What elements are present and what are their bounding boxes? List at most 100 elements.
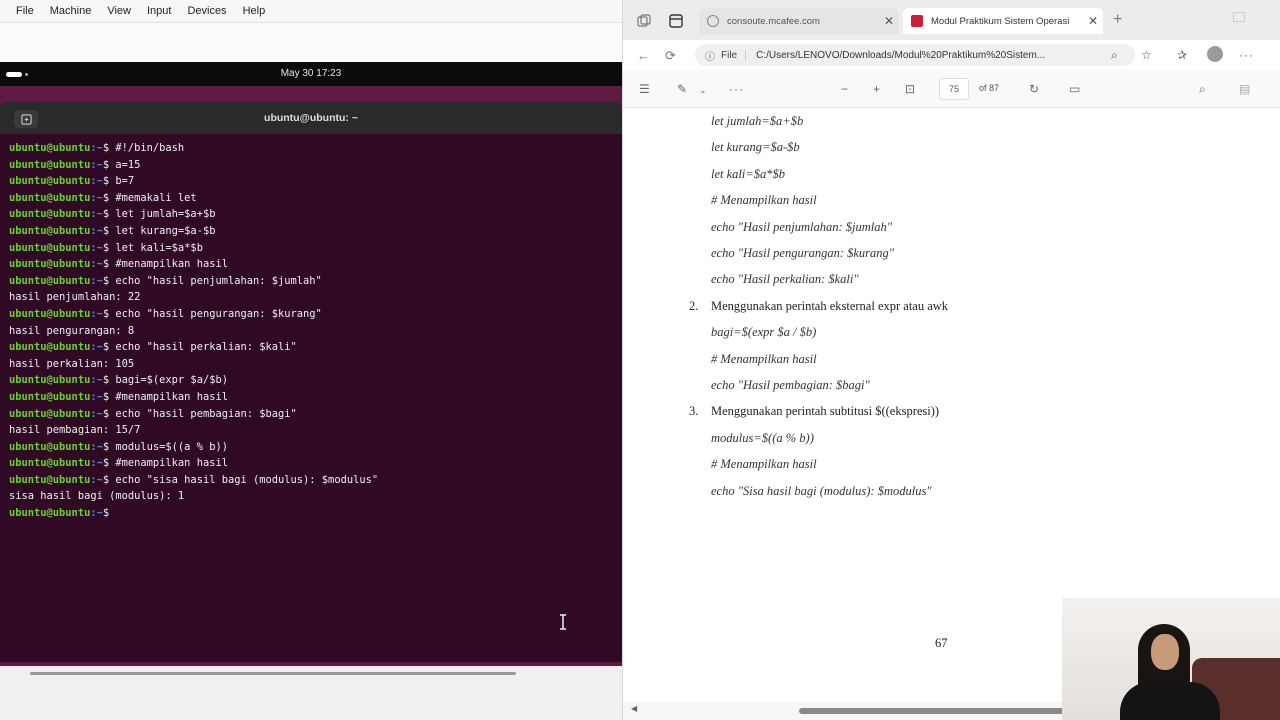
menu-help[interactable]: Help <box>235 0 274 22</box>
tab-title: consoute.mcafee.com <box>727 15 820 27</box>
close-tab-icon[interactable]: ✕ <box>879 14 899 28</box>
url-field[interactable]: ⓘ File C:/Users/LENOVO/Downloads/Modul%2… <box>695 44 1135 66</box>
prompt-path: :~ <box>90 507 103 520</box>
terminal-command-line: ubuntu@ubuntu:~$ #menampilkan hasil <box>9 455 613 472</box>
command-text: b=7 <box>109 175 135 188</box>
prompt-user: ubuntu@ubuntu <box>9 241 91 254</box>
prompt-user: ubuntu@ubuntu <box>9 258 91 271</box>
new-tab-icon[interactable]: + <box>1113 11 1122 29</box>
prompt-path: :~ <box>90 142 103 154</box>
rotate-icon[interactable]: ↻ <box>1029 82 1039 96</box>
code-line: # Menampilkan hasil <box>711 193 817 208</box>
scroll-left-icon[interactable]: ◀ <box>631 704 637 713</box>
vbox-menubar: File Machine View Input Devices Help <box>0 0 622 22</box>
zoom-in-icon[interactable]: + <box>873 82 880 96</box>
code-line: let kali=$a*$b <box>711 166 786 181</box>
prompt-user: ubuntu@ubuntu <box>9 407 91 420</box>
terminal-command-line: ubuntu@ubuntu:~$ echo "sisa hasil bagi (… <box>9 472 613 489</box>
virtualbox-window: File Machine View Input Devices Help May… <box>0 0 622 720</box>
tab-strip: consoute.mcafee.com ✕ Modul Praktikum Si… <box>623 0 1280 40</box>
scrollbar-thumb[interactable] <box>799 708 1065 714</box>
menu-view[interactable]: View <box>99 0 139 22</box>
output-text: sisa hasil bagi (modulus): 1 <box>9 490 185 503</box>
code-line: echo "Hasil pembagian: $bagi" <box>711 378 870 392</box>
menu-input[interactable]: Input <box>139 0 179 22</box>
code-line: let kurang=$a-$b <box>711 140 800 155</box>
more-tools-icon[interactable]: ··· <box>729 82 744 96</box>
tab-pdf-modul[interactable]: Modul Praktikum Sistem Operasi ✕ <box>903 8 1103 34</box>
draw-icon[interactable]: ✎ <box>677 82 687 96</box>
command-text: #menampilkan hasil <box>109 390 228 403</box>
save-icon[interactable]: ▤ <box>1239 82 1250 96</box>
prompt-user: ubuntu@ubuntu <box>9 473 91 486</box>
command-text: echo "hasil pengurangan: $kurang" <box>109 307 322 320</box>
terminal-command-line: ubuntu@ubuntu:~$ echo "hasil penjumlahan… <box>9 273 613 290</box>
prompt-user: ubuntu@ubuntu <box>9 457 91 470</box>
workspaces-icon[interactable] <box>637 14 651 28</box>
code-line: echo "Hasil penjumlahan: $jumlah" <box>711 219 892 234</box>
close-tab-icon[interactable]: ✕ <box>1083 14 1103 28</box>
more-icon[interactable]: ··· <box>1239 48 1254 62</box>
terminal-output-line: hasil pengurangan: 8 <box>9 323 613 340</box>
list-item-heading: Menggunakan perintah eksternal expr atau… <box>711 298 949 313</box>
ubuntu-desktop: ubuntu@ubuntu: ~ ubuntu@ubuntu:~$ #!/bin… <box>0 86 622 666</box>
favorite-star-icon[interactable]: ☆ <box>1141 48 1152 62</box>
terminal-header: ubuntu@ubuntu: ~ <box>0 102 622 134</box>
page-view-icon[interactable]: ▭ <box>1069 82 1080 96</box>
list-number: 2. <box>689 298 699 313</box>
favorites-icon[interactable]: ✰ <box>1177 48 1187 62</box>
zoom-out-icon[interactable]: − <box>841 82 848 96</box>
vbox-horizontal-scrollbar[interactable] <box>30 672 516 675</box>
menu-file[interactable]: File <box>8 0 42 22</box>
output-text: hasil pengurangan: 8 <box>9 324 135 337</box>
tab-actions-icon[interactable] <box>669 14 683 28</box>
refresh-icon[interactable]: ⟳ <box>665 48 676 64</box>
prompt-user: ubuntu@ubuntu <box>9 341 91 354</box>
terminal-window[interactable]: ubuntu@ubuntu: ~ ubuntu@ubuntu:~$ #!/bin… <box>0 102 622 662</box>
terminal-command-line: ubuntu@ubuntu:~$ echo "hasil pengurangan… <box>9 306 613 323</box>
page-number-input[interactable]: 75 <box>939 78 969 100</box>
terminal-output[interactable]: ubuntu@ubuntu:~$ #!/bin/bash ubuntu@ubunt… <box>0 134 622 528</box>
zoom-icon[interactable]: ⌕ <box>1111 48 1118 63</box>
prompt-path: :~ <box>90 341 103 354</box>
prompt-user: ubuntu@ubuntu <box>9 208 91 221</box>
page-footer-number: 67 <box>935 636 948 650</box>
menu-devices[interactable]: Devices <box>179 0 234 22</box>
prompt-user: ubuntu@ubuntu <box>9 307 91 320</box>
terminal-output-line: hasil pembagian: 15/7 <box>9 422 613 439</box>
terminal-command-line: ubuntu@ubuntu:~$ #memakali let <box>9 190 613 207</box>
ubuntu-clock[interactable]: May 30 17:23 <box>0 68 622 79</box>
terminal-command-line: ubuntu@ubuntu:~$ let jumlah=$a+$b <box>9 206 613 223</box>
command-text <box>109 507 115 519</box>
menu-machine[interactable]: Machine <box>42 0 100 22</box>
search-icon[interactable]: ⌕ <box>1199 82 1206 97</box>
code-line: let jumlah=$a+$b <box>711 114 804 128</box>
terminal-command-line: ubuntu@ubuntu:~$ echo "hasil perkalian: … <box>9 339 613 356</box>
prompt-path: :~ <box>90 191 103 204</box>
list-number: 3. <box>689 404 699 419</box>
prompt-user: ubuntu@ubuntu <box>9 440 91 453</box>
terminal-command-line: ubuntu@ubuntu:~$ b=7 <box>9 173 613 190</box>
terminal-command-line: ubuntu@ubuntu:~$ let kali=$a*$b <box>9 240 613 257</box>
back-icon[interactable]: ← <box>637 48 650 63</box>
prompt-path: :~ <box>90 158 103 171</box>
contents-icon[interactable]: ☰ <box>639 82 650 96</box>
info-icon[interactable]: ⓘ <box>705 48 715 63</box>
command-text: #menampilkan hasil <box>109 258 228 271</box>
tab-title: Modul Praktikum Sistem Operasi <box>931 15 1070 27</box>
prompt-user: ubuntu@ubuntu <box>9 274 91 287</box>
profile-avatar[interactable] <box>1207 46 1223 62</box>
draw-dropdown-icon[interactable]: ⌄ <box>699 85 707 96</box>
prompt-path: :~ <box>90 457 103 470</box>
new-tab-button[interactable] <box>14 110 38 128</box>
fit-page-icon[interactable]: ⊡ <box>905 82 915 96</box>
maximize-icon[interactable] <box>1233 12 1245 22</box>
terminal-command-line: ubuntu@ubuntu:~$ #!/bin/bash <box>9 140 613 157</box>
terminal-output-line: hasil penjumlahan: 22 <box>9 289 613 306</box>
code-line: bagi=$(expr $a / $b) <box>711 325 817 340</box>
text-cursor-icon <box>560 614 566 630</box>
terminal-command-line: ubuntu@ubuntu:~$ #menampilkan hasil <box>9 389 613 406</box>
prompt-path: :~ <box>90 175 103 188</box>
screen: File Machine View Input Devices Help May… <box>0 0 1280 720</box>
tab-mcafee[interactable]: consoute.mcafee.com ✕ <box>699 8 899 34</box>
